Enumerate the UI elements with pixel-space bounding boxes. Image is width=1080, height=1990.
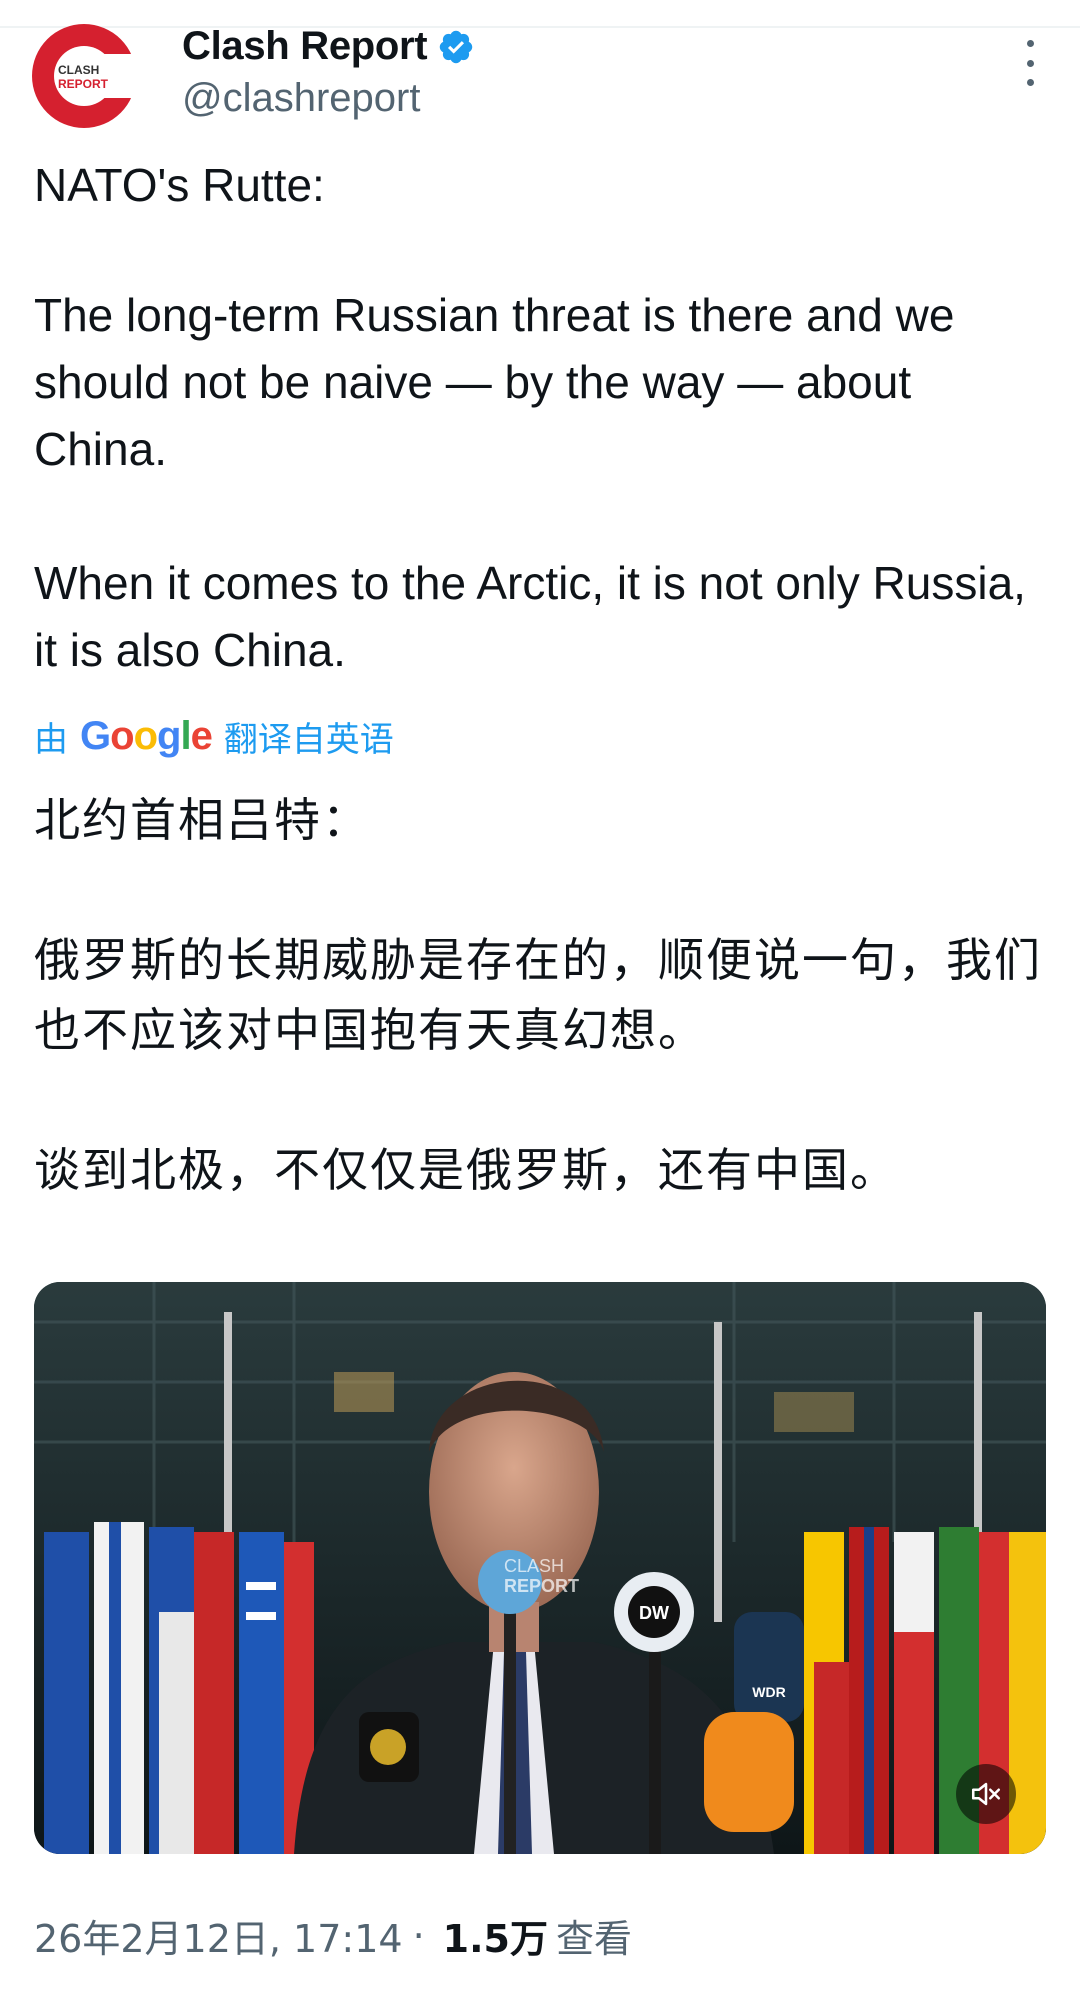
watermark-bottom: REPORT (504, 1576, 579, 1596)
more-options-icon[interactable] (1020, 40, 1040, 86)
google-logo: Google (80, 714, 213, 758)
avatar[interactable]: CLASH REPORT (32, 24, 144, 128)
translated-paragraph-3: 谈到北极，不仅仅是俄罗斯，还有中国。 (34, 1143, 898, 1197)
tweet-paragraph-2: The long-term Russian threat is there an… (34, 289, 955, 475)
meta-separator: · (412, 1913, 425, 1958)
tweet-paragraph-3: When it comes to the Arctic, it is not o… (34, 557, 1026, 676)
display-name[interactable]: Clash Report (182, 24, 428, 69)
mic-label-wdr: WDR (752, 1684, 785, 1700)
speaker-muted-icon (971, 1782, 1001, 1806)
tweet-header: CLASH REPORT Clash Report @clashreport (32, 24, 1052, 134)
views-label: 查看 (555, 1917, 632, 1961)
translation-attribution[interactable]: 由 Google 翻译自英语 (34, 712, 394, 761)
tweet-meta: 26年2月12日, 17:14 · 1.5万 查看 (34, 1908, 632, 1963)
translated-paragraph-2: 俄罗斯的长期威胁是存在的，顺便说一句，我们也不应该对中国抱有天真幻想。 (34, 933, 1042, 1057)
avatar-text-bottom: REPORT (58, 77, 109, 91)
tweet-video[interactable]: DW WDR CLASH REPORT (34, 1282, 1046, 1854)
translated-paragraph-1: 北约首相吕特： (34, 793, 370, 847)
translated-from-label: 翻译自英语 (223, 721, 394, 759)
translated-by-label: 由 (34, 721, 68, 759)
tweet-paragraph-1: NATO's Rutte: (34, 159, 325, 211)
views-count: 1.5万 (442, 1917, 548, 1961)
avatar-text-top: CLASH (58, 63, 99, 77)
video-frame: DW WDR CLASH REPORT (34, 1282, 1046, 1854)
watermark-top: CLASH (504, 1556, 564, 1576)
mic-label-dw: DW (639, 1603, 669, 1623)
name-row: Clash Report (182, 24, 475, 69)
verified-badge-icon (440, 30, 473, 63)
user-handle[interactable]: @clashreport (182, 76, 420, 121)
mute-toggle-button[interactable] (956, 1764, 1016, 1824)
timestamp[interactable]: 26年2月12日, 17:14 (34, 1908, 403, 1963)
